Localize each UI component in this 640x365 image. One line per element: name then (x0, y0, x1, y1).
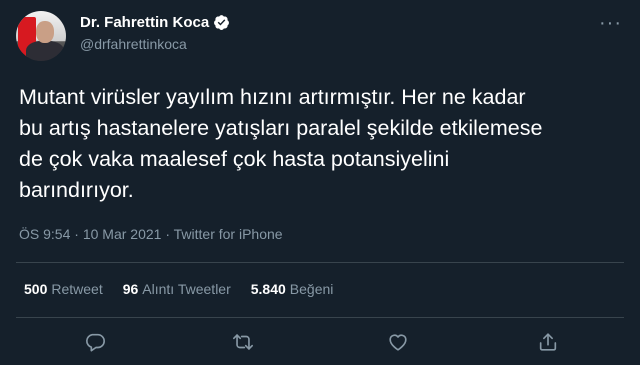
tweet-stats: 500 Retweet 96 Alıntı Tweetler 5.840 Beğeni (24, 281, 333, 297)
verified-badge-icon (214, 15, 230, 30)
tweet-meta: ÖS 9:54 · 10 Mar 2021 · Twitter for iPho… (19, 226, 283, 242)
avatar-suit (26, 41, 64, 61)
avatar-face (36, 21, 54, 43)
author-display-name[interactable]: Dr. Fahrettin Koca (80, 14, 209, 31)
divider (16, 317, 624, 318)
quotes-label: Alıntı Tweetler (142, 281, 231, 297)
more-icon[interactable]: ··· (599, 12, 622, 35)
like-icon[interactable] (387, 331, 409, 353)
likes-label: Beğeni (289, 281, 334, 297)
tweet-time[interactable]: ÖS 9:54 (19, 226, 70, 242)
author-name-row: Dr. Fahrettin Koca (80, 14, 230, 31)
likes-count: 5.840 (250, 281, 286, 297)
author-handle[interactable]: @drfahrettinkoca (80, 36, 187, 52)
tweet-actions (0, 326, 640, 360)
divider (16, 262, 624, 263)
tweet-source[interactable]: Twitter for iPhone (174, 226, 283, 242)
avatar[interactable] (16, 11, 66, 61)
tweet-date[interactable]: 10 Mar 2021 (83, 226, 162, 242)
reply-icon[interactable] (84, 331, 106, 353)
quotes-stat[interactable]: 96 Alıntı Tweetler (123, 281, 231, 297)
retweet-icon[interactable] (232, 331, 254, 353)
retweets-label: Retweet (51, 281, 103, 297)
tweet-card: Dr. Fahrettin Koca @drfahrettinkoca ··· … (0, 0, 640, 365)
quotes-count: 96 (122, 281, 139, 297)
meta-separator: · (70, 226, 83, 242)
share-icon[interactable] (537, 331, 559, 353)
retweets-count: 500 (24, 281, 48, 297)
likes-stat[interactable]: 5.840 Beğeni (251, 281, 334, 297)
retweets-stat[interactable]: 500 Retweet (24, 281, 103, 297)
meta-separator: · (161, 226, 174, 242)
tweet-text: Mutant virüsler yayılım hızını artırmışt… (19, 85, 543, 202)
